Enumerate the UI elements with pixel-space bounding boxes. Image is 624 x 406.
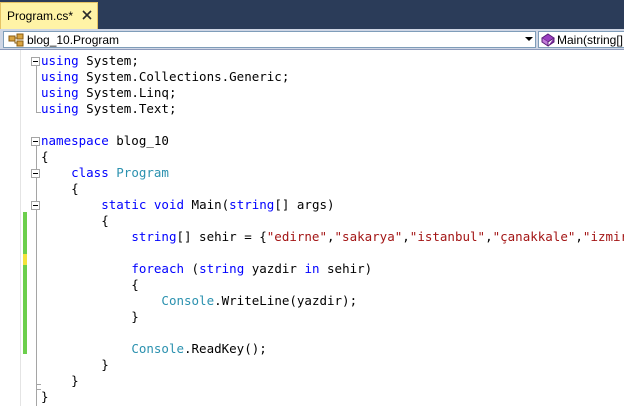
string-literal: "edirne" (266, 229, 327, 244)
code-line-15: { (41, 277, 139, 292)
members-dropdown-value: Main(string[] args) (557, 33, 624, 47)
code-text: .WriteLine(yazdir); (214, 293, 358, 308)
code-text: blog_10 (108, 133, 169, 148)
code-text: ( (184, 261, 200, 276)
string-literal: "izmir" (582, 229, 624, 244)
class-icon (8, 33, 24, 47)
keyword: in (304, 261, 320, 276)
collapse-toggle-icon[interactable] (31, 201, 40, 210)
collapse-toggle-icon[interactable] (31, 137, 40, 146)
code-line-14: foreach (string yazdir in sehir) (41, 261, 372, 277)
types-dropdown[interactable]: blog_10.Program (3, 31, 536, 48)
type-name: Console (161, 293, 215, 308)
code-text: , (327, 229, 335, 244)
selection-margin (20, 50, 21, 406)
string-literal: "çanakkale" (492, 229, 576, 244)
code-text: [] args) (274, 197, 335, 212)
change-marker-saved (23, 212, 27, 254)
code-line-4: using System.Text; (41, 101, 176, 117)
code-text: System.Linq; (78, 85, 177, 100)
code-text: , (402, 229, 410, 244)
change-marker-unsaved (23, 254, 27, 265)
outline-line (36, 146, 37, 406)
code-line-16: Console.WriteLine(yazdir); (41, 293, 357, 309)
keyword: foreach (131, 261, 184, 276)
members-dropdown[interactable]: Main(string[] args) (538, 31, 624, 48)
keyword: string (199, 261, 245, 276)
code-line-8: class Program (41, 165, 169, 181)
keyword: using (41, 101, 79, 116)
code-text: yazdir (244, 261, 305, 276)
type-name: Program (116, 165, 169, 180)
navigation-bar: blog_10.Program Main(string[] args) (0, 29, 624, 50)
code-text: sehir) (319, 261, 373, 276)
code-text: System; (78, 53, 139, 68)
keyword: class (71, 165, 109, 180)
close-icon[interactable] (79, 7, 95, 23)
code-text: Main( (184, 197, 230, 212)
code-line-9: { (41, 181, 79, 196)
code-line-11: { (41, 213, 109, 228)
keyword: using (41, 53, 79, 68)
code-text: System.Collections.Generic; (78, 69, 290, 84)
code-line-21: } (41, 373, 79, 388)
code-text: [] sehir = { (176, 229, 267, 244)
string-literal: "istanbul" (409, 229, 486, 244)
code-line-12: string[] sehir = {"edirne","sakarya","is… (41, 229, 624, 245)
string-literal: "sakarya" (334, 229, 403, 244)
code-line-3: using System.Linq; (41, 85, 176, 101)
code-text: .ReadKey(); (184, 341, 267, 356)
type-name: Console (131, 341, 184, 356)
code-text: , (485, 229, 493, 244)
tab-program-cs[interactable]: Program.cs* (0, 2, 98, 29)
code-text: , (575, 229, 583, 244)
chevron-down-icon[interactable] (525, 37, 533, 41)
keyword: using (41, 85, 79, 100)
collapse-toggle-icon[interactable] (31, 169, 40, 178)
document-tab-strip: Program.cs* (0, 0, 624, 29)
code-line-6: namespace blog_10 (41, 133, 169, 149)
outline-line (36, 66, 37, 113)
types-dropdown-value: blog_10.Program (27, 33, 120, 47)
keyword: string (229, 197, 275, 212)
code-line-1: using System; (41, 53, 139, 69)
keyword: static (101, 197, 147, 212)
keyword: void (153, 197, 185, 212)
collapse-toggle-icon[interactable] (31, 57, 40, 66)
change-marker-saved (23, 265, 27, 354)
keyword: string (131, 229, 177, 244)
code-line-19: Console.ReadKey(); (41, 341, 267, 357)
method-icon (541, 33, 555, 47)
code-text: System.Text; (78, 101, 177, 116)
code-line-17: } (41, 309, 139, 324)
code-line-20: } (41, 357, 109, 372)
keyword: namespace (41, 133, 109, 148)
code-editor[interactable]: using System; using System.Collections.G… (0, 50, 624, 406)
code-line-10: static void Main(string[] args) (41, 197, 335, 213)
code-line-7: { (41, 149, 49, 164)
keyword: using (41, 69, 79, 84)
code-line-22: } (41, 389, 49, 404)
tab-title: Program.cs* (7, 9, 74, 23)
code-line-2: using System.Collections.Generic; (41, 69, 289, 85)
